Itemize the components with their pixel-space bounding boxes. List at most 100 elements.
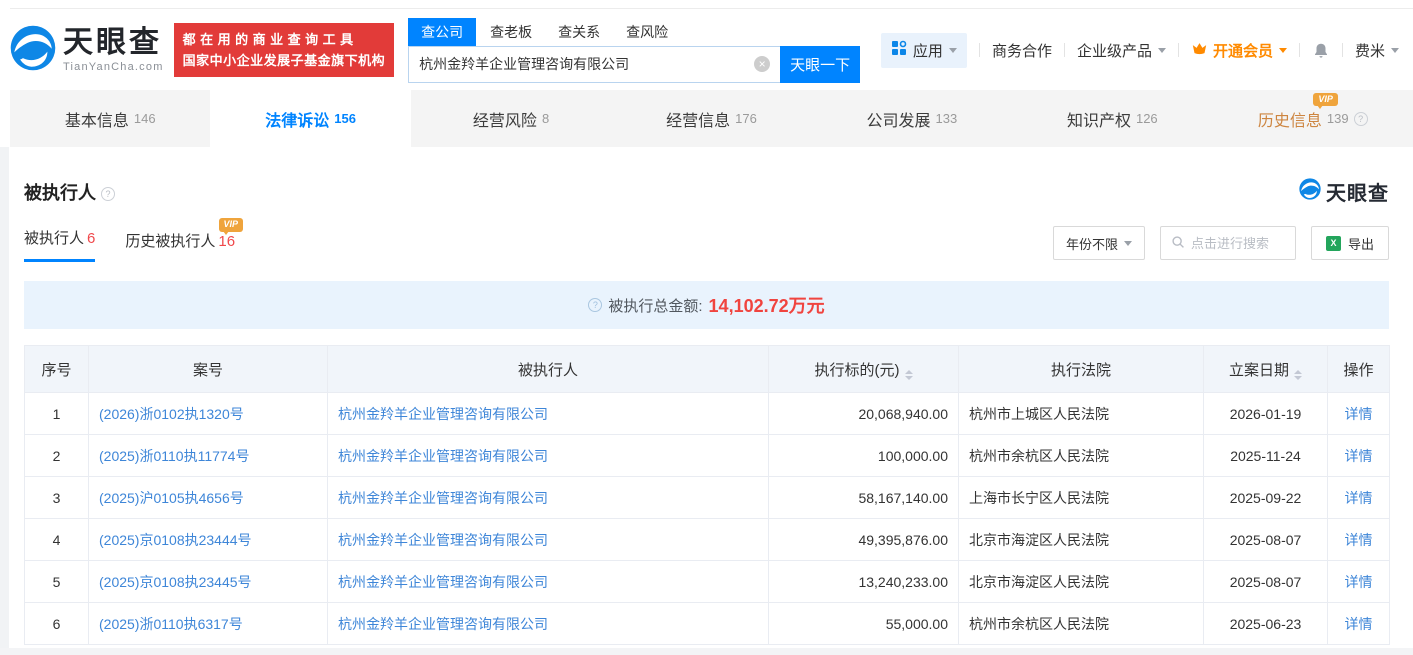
detail-link[interactable]: 详情 [1345,448,1373,464]
cell-execution-amount: 20,068,940.00 [769,393,959,435]
company-search-input[interactable] [409,56,739,72]
detail-link[interactable]: 详情 [1345,406,1373,422]
detail-link[interactable]: 详情 [1345,490,1373,506]
cell-filing-date: 2025-08-07 [1204,519,1328,561]
detail-link[interactable]: 详情 [1345,574,1373,590]
cell-row-index: 5 [25,561,89,603]
executed-person-link[interactable]: 杭州金羚羊企业管理咨询有限公司 [338,574,548,590]
cell-filing-date: 2026-01-19 [1204,393,1328,435]
col-action: 操作 [1328,346,1390,393]
col-index: 序号 [25,346,89,393]
cell-row-index: 1 [25,393,89,435]
cell-detail-link: 详情 [1328,561,1390,603]
executed-person-link[interactable]: 杭州金羚羊企业管理咨询有限公司 [338,406,548,422]
cell-row-index: 6 [25,603,89,645]
user-menu[interactable]: 费米 [1355,40,1399,61]
chevron-down-icon [1279,48,1287,53]
case-number-link[interactable]: (2025)沪0105执4656号 [99,490,244,506]
tab-intellectual-property[interactable]: 知识产权 126 [1012,90,1212,147]
executed-person-link[interactable]: 杭州金羚羊企业管理咨询有限公司 [338,490,548,506]
subtab-history-executed-person[interactable]: 历史被执行人16 VIP [125,230,235,262]
table-row: 6 (2025)浙0110执6317号 杭州金羚羊企业管理咨询有限公司 55,000.… [25,603,1390,645]
sort-icon[interactable] [905,370,913,380]
tab-legal-litigation[interactable]: 法律诉讼 156 [210,90,410,147]
case-number-link[interactable]: (2026)浙0102执1320号 [99,406,244,422]
export-button[interactable]: 导出 [1311,226,1389,260]
tab-search-boss[interactable]: 查老板 [490,18,532,46]
cell-court-name: 杭州市余杭区人民法院 [959,603,1204,645]
col-executed-person: 被执行人 [328,346,769,393]
detail-link[interactable]: 详情 [1345,616,1373,632]
divider [979,43,980,57]
nav-enterprise-products[interactable]: 企业级产品 [1077,40,1166,61]
table-row: 1 (2026)浙0102执1320号 杭州金羚羊企业管理咨询有限公司 20,068,… [25,393,1390,435]
table-header-row: 序号 案号 被执行人 执行标的(元) 执行法院 立案日期 操作 [25,346,1390,393]
cell-court-name: 杭州市上城区人民法院 [959,393,1204,435]
search-button[interactable]: 天眼一下 [780,46,860,83]
tab-search-company[interactable]: 查公司 [408,18,476,46]
sort-icon[interactable] [1294,370,1302,380]
vip-badge: VIP [1313,93,1338,107]
case-number-link[interactable]: (2025)浙0110执6317号 [99,616,243,632]
tab-search-risk[interactable]: 查风险 [626,18,668,46]
list-search-box[interactable] [1160,226,1296,260]
company-tabbar: 基本信息 146 法律诉讼 156 经营风险 8 经营信息 176 公司发展 1… [10,90,1413,147]
case-number-link[interactable]: (2025)京0108执23445号 [99,574,252,590]
detail-link[interactable]: 详情 [1345,532,1373,548]
executed-person-link[interactable]: 杭州金羚羊企业管理咨询有限公司 [338,448,548,464]
table-row: 4(2025)京0108执23444号杭州金羚羊企业管理咨询有限公司49,395… [25,519,1390,561]
cell-case-number-link: (2025)浙0110执11774号 [89,435,328,477]
logo-title: 天眼查 [63,28,164,58]
executed-person-link[interactable]: 杭州金羚羊企业管理咨询有限公司 [338,616,548,632]
subtab-executed-person[interactable]: 被执行人6 [24,227,95,262]
apps-menu[interactable]: 应用 [881,33,967,68]
help-icon[interactable] [101,187,115,201]
cell-filing-date: 2025-11-24 [1204,435,1328,477]
total-amount-value: 14,102.72万元 [709,292,825,318]
cell-court-name: 杭州市余杭区人民法院 [959,435,1204,477]
help-icon[interactable] [1354,112,1368,126]
cell-execution-amount: 55,000.00 [769,603,959,645]
tab-basic-info[interactable]: 基本信息 146 [10,90,210,147]
tab-history-info[interactable]: 历史信息 VIP 139 [1213,90,1413,147]
case-number-link[interactable]: (2025)浙0110执11774号 [99,448,249,464]
clear-input-icon[interactable] [754,56,770,72]
list-search-input[interactable] [1191,236,1291,251]
divider [1299,43,1300,57]
tab-company-development[interactable]: 公司发展 133 [812,90,1012,147]
col-case-number: 案号 [89,346,328,393]
cell-case-number-link: (2025)沪0105执4656号 [89,477,328,519]
divider [1178,43,1179,57]
executed-person-link[interactable]: 杭州金羚羊企业管理咨询有限公司 [338,532,548,548]
help-icon[interactable] [588,298,602,312]
year-filter-dropdown[interactable]: 年份不限 [1053,226,1145,260]
total-amount-banner: 被执行总金额: 14,102.72万元 [24,281,1389,329]
promo-line1: 都在用的商业查询工具 [183,29,386,50]
tab-business-info[interactable]: 经营信息 176 [611,90,811,147]
header-nav: 应用 商务合作 企业级产品 开通会员 [881,33,1399,68]
site-header: 天眼查 TianYanCha.com 都在用的商业查询工具 国家中小企业发展子基… [10,0,1413,90]
cell-execution-amount: 100,000.00 [769,435,959,477]
col-execution-amount[interactable]: 执行标的(元) [769,346,959,393]
table-row: 2(2025)浙0110执11774号杭州金羚羊企业管理咨询有限公司100,00… [25,435,1390,477]
notification-bell-icon[interactable] [1312,41,1330,60]
nav-business-cooperation[interactable]: 商务合作 [992,40,1052,61]
cell-executed-person-link: 杭州金羚羊企业管理咨询有限公司 [328,603,769,645]
tab-search-relation[interactable]: 查关系 [558,18,600,46]
brand-watermark: 天眼查 [1299,177,1389,206]
nav-open-membership[interactable]: 开通会员 [1191,40,1287,61]
executed-person-section: 被执行人 天眼查 被执行人6 历史被执行人16 [10,177,1413,645]
divider [1342,43,1343,57]
cell-detail-link: 详情 [1328,477,1390,519]
cell-row-index: 4 [25,519,89,561]
cell-executed-person-link: 杭州金羚羊企业管理咨询有限公司 [328,435,769,477]
executed-person-table: 序号 案号 被执行人 执行标的(元) 执行法院 立案日期 操作 1 (2026)浙… [24,345,1390,645]
col-filing-date[interactable]: 立案日期 [1204,346,1328,393]
table-row: 5(2025)京0108执23445号杭州金羚羊企业管理咨询有限公司13,240… [25,561,1390,603]
chevron-down-icon [1391,48,1399,53]
tab-business-risk[interactable]: 经营风险 8 [411,90,611,147]
col-court: 执行法院 [959,346,1204,393]
tianyancha-logo[interactable]: 天眼查 TianYanCha.com [10,25,164,76]
case-number-link[interactable]: (2025)京0108执23444号 [99,532,252,548]
cell-executed-person-link: 杭州金羚羊企业管理咨询有限公司 [328,561,769,603]
